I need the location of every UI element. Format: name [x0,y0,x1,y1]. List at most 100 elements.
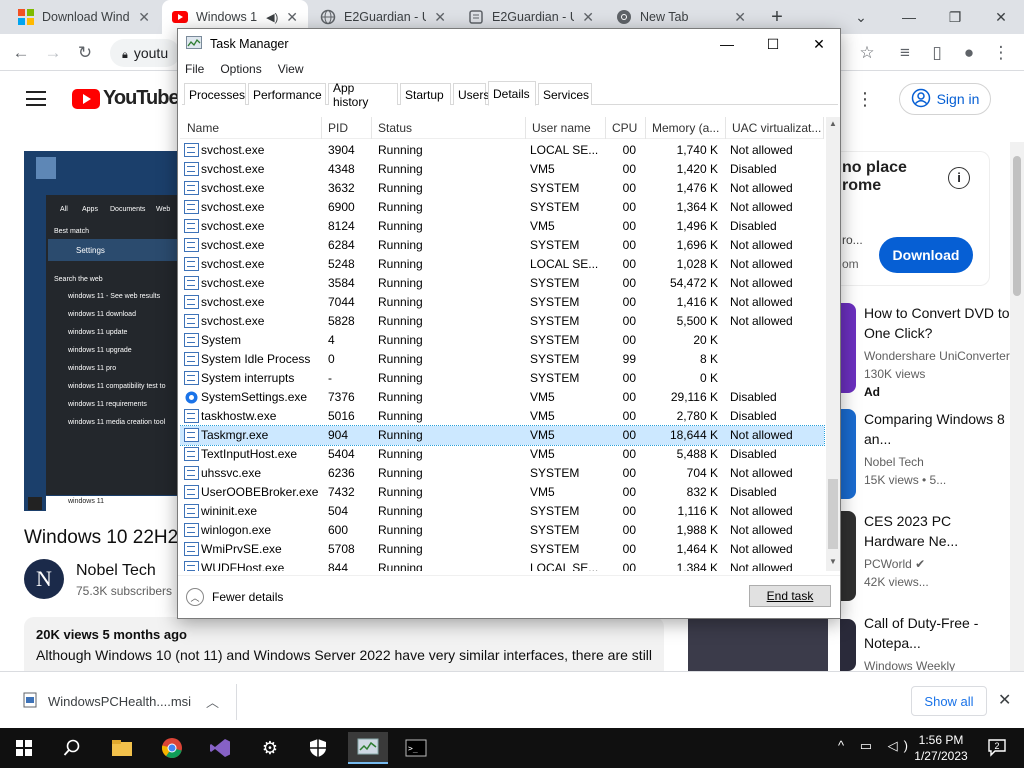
table-row[interactable]: svchost.exe 5248 Running LOCAL SE... 00 1,028… [180,255,824,274]
grid-scrollbar[interactable]: ▲ ▼ [826,117,840,571]
table-row[interactable]: winlogon.exe 600 Running SYSTEM 00 1,988 K Not… [180,521,824,540]
scrollbar-thumb[interactable] [828,479,838,549]
rec-thumbnail-large[interactable] [688,619,828,671]
close-icon[interactable]: ✕ [138,9,150,26]
menu-options[interactable]: Options [220,62,261,76]
minimize-icon[interactable]: — [886,0,932,34]
restore-icon[interactable]: ❐ [932,0,978,34]
forward-arrow-icon[interactable]: → [42,42,64,64]
fewer-details-button[interactable]: ︿ Fewer details [186,588,283,606]
table-row[interactable]: svchost.exe 3584 Running SYSTEM 00 54,472 K No… [180,274,824,293]
scrollbar-thumb[interactable] [1013,156,1021,296]
table-row[interactable]: UserOOBEBroker.exe 7432 Running VM5 00 832 K D… [180,483,824,502]
rec-title[interactable]: CES 2023 PC Hardware Ne... [864,511,1014,551]
info-icon[interactable]: i [948,167,970,189]
rec-title[interactable]: Comparing Windows 8 an... [864,409,1014,449]
table-row[interactable]: svchost.exe 7044 Running SYSTEM 00 1,416 K Not… [180,293,824,312]
channel-name[interactable]: Nobel Tech [76,562,156,580]
chevron-up-icon[interactable]: ︿ [206,692,219,711]
browser-tab-download-windows[interactable]: Download Wind ✕ [8,0,160,34]
file-explorer-icon[interactable] [102,732,142,764]
table-row[interactable]: wininit.exe 504 Running SYSTEM 00 1,116 K Not … [180,502,824,521]
table-row[interactable]: TextInputHost.exe 5404 Running VM5 00 5,488 K… [180,445,824,464]
menu-view[interactable]: View [278,62,304,76]
settings-gear-icon[interactable]: ⚙ [250,732,290,764]
more-options-icon[interactable]: ⋮ [856,89,874,110]
table-row[interactable]: Taskmgr.exe 904 Running VM5 00 18,644 K Not al… [180,425,825,446]
table-row[interactable]: System interrupts - Running SYSTEM 00 0 K [180,369,824,388]
rec-thumbnail[interactable] [840,303,856,393]
table-row[interactable]: svchost.exe 4348 Running VM5 00 1,420 K Disabl… [180,160,824,179]
table-row[interactable]: svchost.exe 6900 Running SYSTEM 00 1,364 K Not… [180,198,824,217]
task-manager-taskbar-icon[interactable] [348,732,388,764]
tab-search-chevron-icon[interactable]: ⌄ [838,0,884,34]
close-icon[interactable]: ✕ [582,9,594,26]
column-header-pid[interactable]: PID [322,117,372,139]
bookmark-star-icon[interactable]: ☆ [856,42,878,64]
table-row[interactable]: taskhostw.exe 5016 Running VM5 00 2,780 K Disa… [180,407,824,426]
rec-thumbnail[interactable] [840,409,856,499]
search-icon[interactable] [52,732,92,764]
maximize-icon[interactable]: ☐ [750,29,796,59]
side-panel-icon[interactable]: ▯ [926,42,948,64]
column-header-uac[interactable]: UAC virtualizat... [726,117,824,139]
rec-title[interactable]: Call of Duty-Free - Notepa... [864,613,1014,653]
table-row[interactable]: svchost.exe 5828 Running SYSTEM 00 5,500 K Not… [180,312,824,331]
close-icon[interactable]: ✕ [286,9,298,26]
rec-thumbnail[interactable] [840,619,856,671]
column-header-username[interactable]: User name [526,117,606,139]
back-arrow-icon[interactable]: ← [10,42,32,64]
youtube-logo[interactable]: YouTube [72,87,180,110]
windows-security-shield-icon[interactable] [298,732,338,764]
page-scrollbar[interactable] [1010,142,1024,671]
chrome-icon[interactable] [152,732,192,764]
scroll-up-arrow-icon[interactable]: ▲ [828,119,838,128]
hamburger-menu-icon[interactable] [26,91,46,106]
close-icon[interactable]: ✕ [734,9,746,26]
channel-avatar[interactable]: N [24,559,64,599]
tab-performance[interactable]: Performance [248,83,326,105]
video-description[interactable]: 20K views 5 months ago Although Windows … [24,617,664,671]
reload-icon[interactable]: ↻ [74,42,96,64]
tab-services[interactable]: Services [538,83,592,105]
table-row[interactable]: System Idle Process 0 Running SYSTEM 99 8 K [180,350,824,369]
ad-download-button[interactable]: Download [879,237,973,273]
table-row[interactable]: SystemSettings.exe 7376 Running VM5 00 29,116… [180,388,824,407]
profile-avatar-icon[interactable]: ● [958,42,980,64]
column-header-memory[interactable]: Memory (a... [646,117,726,139]
table-row[interactable]: svchost.exe 3632 Running SYSTEM 00 1,476 K Not… [180,179,824,198]
notification-center-icon[interactable]: 2 [986,736,1008,758]
column-header-cpu[interactable]: CPU [606,117,646,139]
chrome-menu-icon[interactable]: ⋮ [990,42,1012,64]
show-all-button[interactable]: Show all [911,686,987,716]
table-row[interactable]: WmiPrvSE.exe 5708 Running SYSTEM 00 1,464 K No… [180,540,824,559]
rec-thumbnail[interactable] [840,511,856,601]
menu-file[interactable]: File [185,62,204,76]
rec-title[interactable]: How to Convert DVD to One Click? [864,303,1014,343]
table-row[interactable]: svchost.exe 6284 Running SYSTEM 00 1,696 K Not… [180,236,824,255]
close-icon[interactable]: ✕ [434,9,446,26]
close-window-icon[interactable]: ✕ [796,29,842,59]
visual-studio-icon[interactable] [200,732,240,764]
minimize-icon[interactable]: — [704,29,750,59]
column-header-status[interactable]: Status [372,117,526,139]
close-window-icon[interactable]: ✕ [978,0,1024,34]
address-bar[interactable]: 🔒︎ youtu [110,39,180,67]
taskbar-clock[interactable]: 1:56 PM 1/27/2023 [906,732,976,764]
table-row[interactable]: svchost.exe 8124 Running VM5 00 1,496 K Disabl… [180,217,824,236]
table-row[interactable]: System 4 Running SYSTEM 00 20 K [180,331,824,350]
tab-app-history[interactable]: App history [328,81,398,109]
end-task-button[interactable]: End task [749,585,831,607]
media-control-icon[interactable]: ≡ [894,42,916,64]
tab-details[interactable]: Details [488,81,536,106]
tab-startup[interactable]: Startup [400,83,451,105]
speaker-icon[interactable]: ◀) [266,11,278,24]
close-icon[interactable]: ✕ [998,690,1011,710]
table-row[interactable]: svchost.exe 3904 Running LOCAL SE... 00 1,740… [180,141,824,160]
tab-users[interactable]: Users [453,83,489,105]
terminal-icon[interactable]: >_ [396,732,436,764]
start-windows-icon[interactable] [4,732,44,764]
sign-in-button[interactable]: Sign in [899,83,991,115]
table-row[interactable]: WUDFHost.exe 844 Running LOCAL SE... 00 1,384… [180,559,824,571]
scroll-down-arrow-icon[interactable]: ▼ [828,557,838,566]
